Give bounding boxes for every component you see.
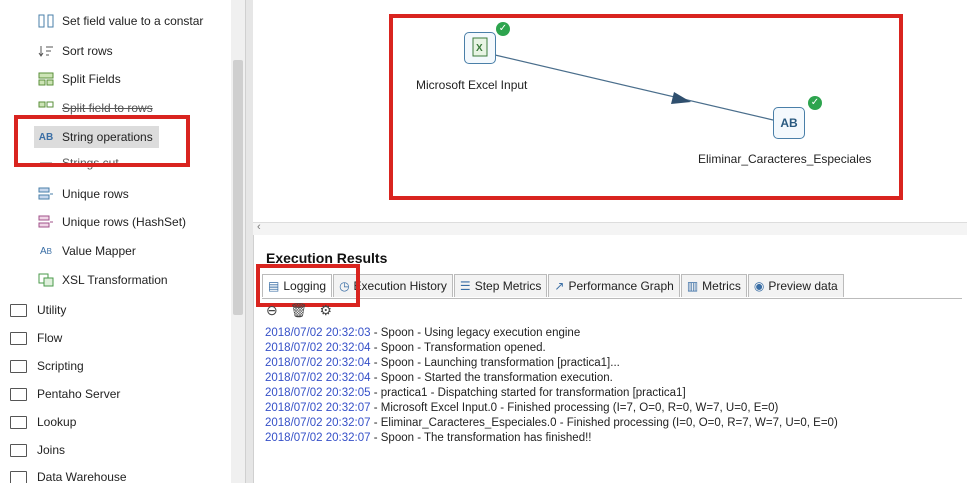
- metrics-icon: ▥: [686, 279, 699, 293]
- tree-folder-utility[interactable]: Utility: [10, 299, 66, 321]
- log-line: 2018/07/02 20:32:07 - Eliminar_Caractere…: [265, 417, 838, 429]
- tab-metrics[interactable]: ▥ Metrics: [680, 274, 747, 297]
- folder-icon: [10, 331, 27, 345]
- tree-step-value-mapper[interactable]: AB Value Mapper: [38, 240, 136, 262]
- execution-tabs: ▤ Logging ◷ Execution History ☰ Step Metric…: [262, 274, 962, 299]
- split-icon: [38, 71, 54, 87]
- xsl-icon: [38, 272, 54, 288]
- folder-label: Utility: [37, 303, 67, 317]
- tree-folder-joins[interactable]: Joins: [10, 439, 65, 461]
- stop-icon[interactable]: ⊖: [266, 302, 278, 319]
- tree-step-sort-rows[interactable]: Sort rows: [38, 40, 113, 62]
- log-line: 2018/07/02 20:32:04 - Spoon - Launching …: [265, 357, 620, 369]
- folder-label: Joins: [37, 443, 66, 457]
- highlight-box-canvas: [389, 14, 903, 200]
- tree-folder-data-warehouse[interactable]: Data Warehouse: [10, 466, 127, 483]
- folder-label: Pentaho Server: [37, 387, 121, 401]
- step-label: Unique rows: [62, 187, 129, 201]
- step-tree-panel: Set field value to a constar Sort rows S…: [0, 0, 245, 483]
- folder-label: Scripting: [37, 359, 84, 373]
- eye-icon: ◉: [753, 279, 765, 293]
- step-label: XSL Transformation: [62, 273, 168, 287]
- step-metrics-icon: ☰: [459, 279, 471, 293]
- step-label: Value Mapper: [62, 244, 136, 258]
- log-line: 2018/07/02 20:32:07 - Spoon - The transf…: [265, 432, 592, 444]
- set-field-icon: [38, 13, 54, 29]
- log-line: 2018/07/02 20:32:04 - Spoon - Transforma…: [265, 342, 546, 354]
- canvas-hscrollbar[interactable]: ‹: [253, 221, 967, 235]
- highlight-box-logging-tab: [256, 264, 360, 307]
- log-output: 2018/07/02 20:32:03 - Spoon - Using lega…: [265, 326, 838, 446]
- tab-preview-data[interactable]: ◉ Preview data: [747, 274, 844, 297]
- folder-label: Lookup: [37, 415, 77, 429]
- tree-folder-lookup[interactable]: Lookup: [10, 411, 76, 433]
- log-toolbar: ⊖ 🗑 ⚙: [266, 302, 332, 319]
- tab-step-metrics[interactable]: ☰ Step Metrics: [453, 274, 548, 297]
- tree-step-xsl-transformation[interactable]: XSL Transformation: [38, 269, 168, 291]
- log-line: 2018/07/02 20:32:07 - Microsoft Excel In…: [265, 402, 779, 414]
- scroll-left-icon[interactable]: ‹: [257, 221, 261, 233]
- folder-icon: [10, 470, 27, 483]
- step-label: Sort rows: [62, 44, 113, 58]
- settings-icon[interactable]: ⚙: [320, 302, 333, 319]
- graph-icon: ↗: [554, 279, 565, 293]
- tree-folder-flow[interactable]: Flow: [10, 327, 62, 349]
- folder-icon: [10, 443, 27, 457]
- trash-icon[interactable]: 🗑: [290, 302, 308, 319]
- log-line: 2018/07/02 20:32:05 - practica1 - Dispat…: [265, 387, 686, 399]
- tree-folder-scripting[interactable]: Scripting: [10, 355, 84, 377]
- step-label: Unique rows (HashSet): [62, 215, 187, 229]
- split-rows-icon: [38, 100, 54, 116]
- value-mapper-icon: AB: [39, 245, 52, 257]
- folder-icon: [10, 359, 27, 373]
- tree-step-unique-rows-hashset[interactable]: Unique rows (HashSet): [38, 211, 186, 233]
- tree-step-unique-rows[interactable]: Unique rows: [38, 183, 129, 205]
- tree-scrollbar-thumb[interactable]: [233, 60, 243, 315]
- unique-hash-icon: [38, 214, 54, 230]
- tab-performance-graph[interactable]: ↗ Performance Graph: [548, 274, 680, 297]
- unique-icon: [38, 186, 54, 202]
- folder-icon: [10, 387, 27, 401]
- step-label: Split Fields: [62, 72, 121, 86]
- folder-label: Data Warehouse: [37, 470, 127, 483]
- highlight-box-string-operations: [14, 115, 190, 167]
- tree-step-set-field[interactable]: Set field value to a constar: [38, 10, 203, 32]
- folder-icon: [10, 303, 27, 317]
- tree-folder-pentaho-server[interactable]: Pentaho Server: [10, 383, 120, 405]
- folder-label: Flow: [37, 331, 63, 345]
- folder-icon: [10, 415, 27, 429]
- tree-step-split-fields[interactable]: Split Fields: [38, 68, 121, 90]
- sort-icon: [38, 43, 54, 59]
- step-label: Split field to rows: [62, 101, 153, 115]
- log-line: 2018/07/02 20:32:03 - Spoon - Using lega…: [265, 327, 581, 339]
- step-label: Set field value to a constar: [62, 14, 204, 28]
- tree-scrollbar[interactable]: [231, 0, 245, 483]
- log-line: 2018/07/02 20:32:04 - Spoon - Started th…: [265, 372, 613, 384]
